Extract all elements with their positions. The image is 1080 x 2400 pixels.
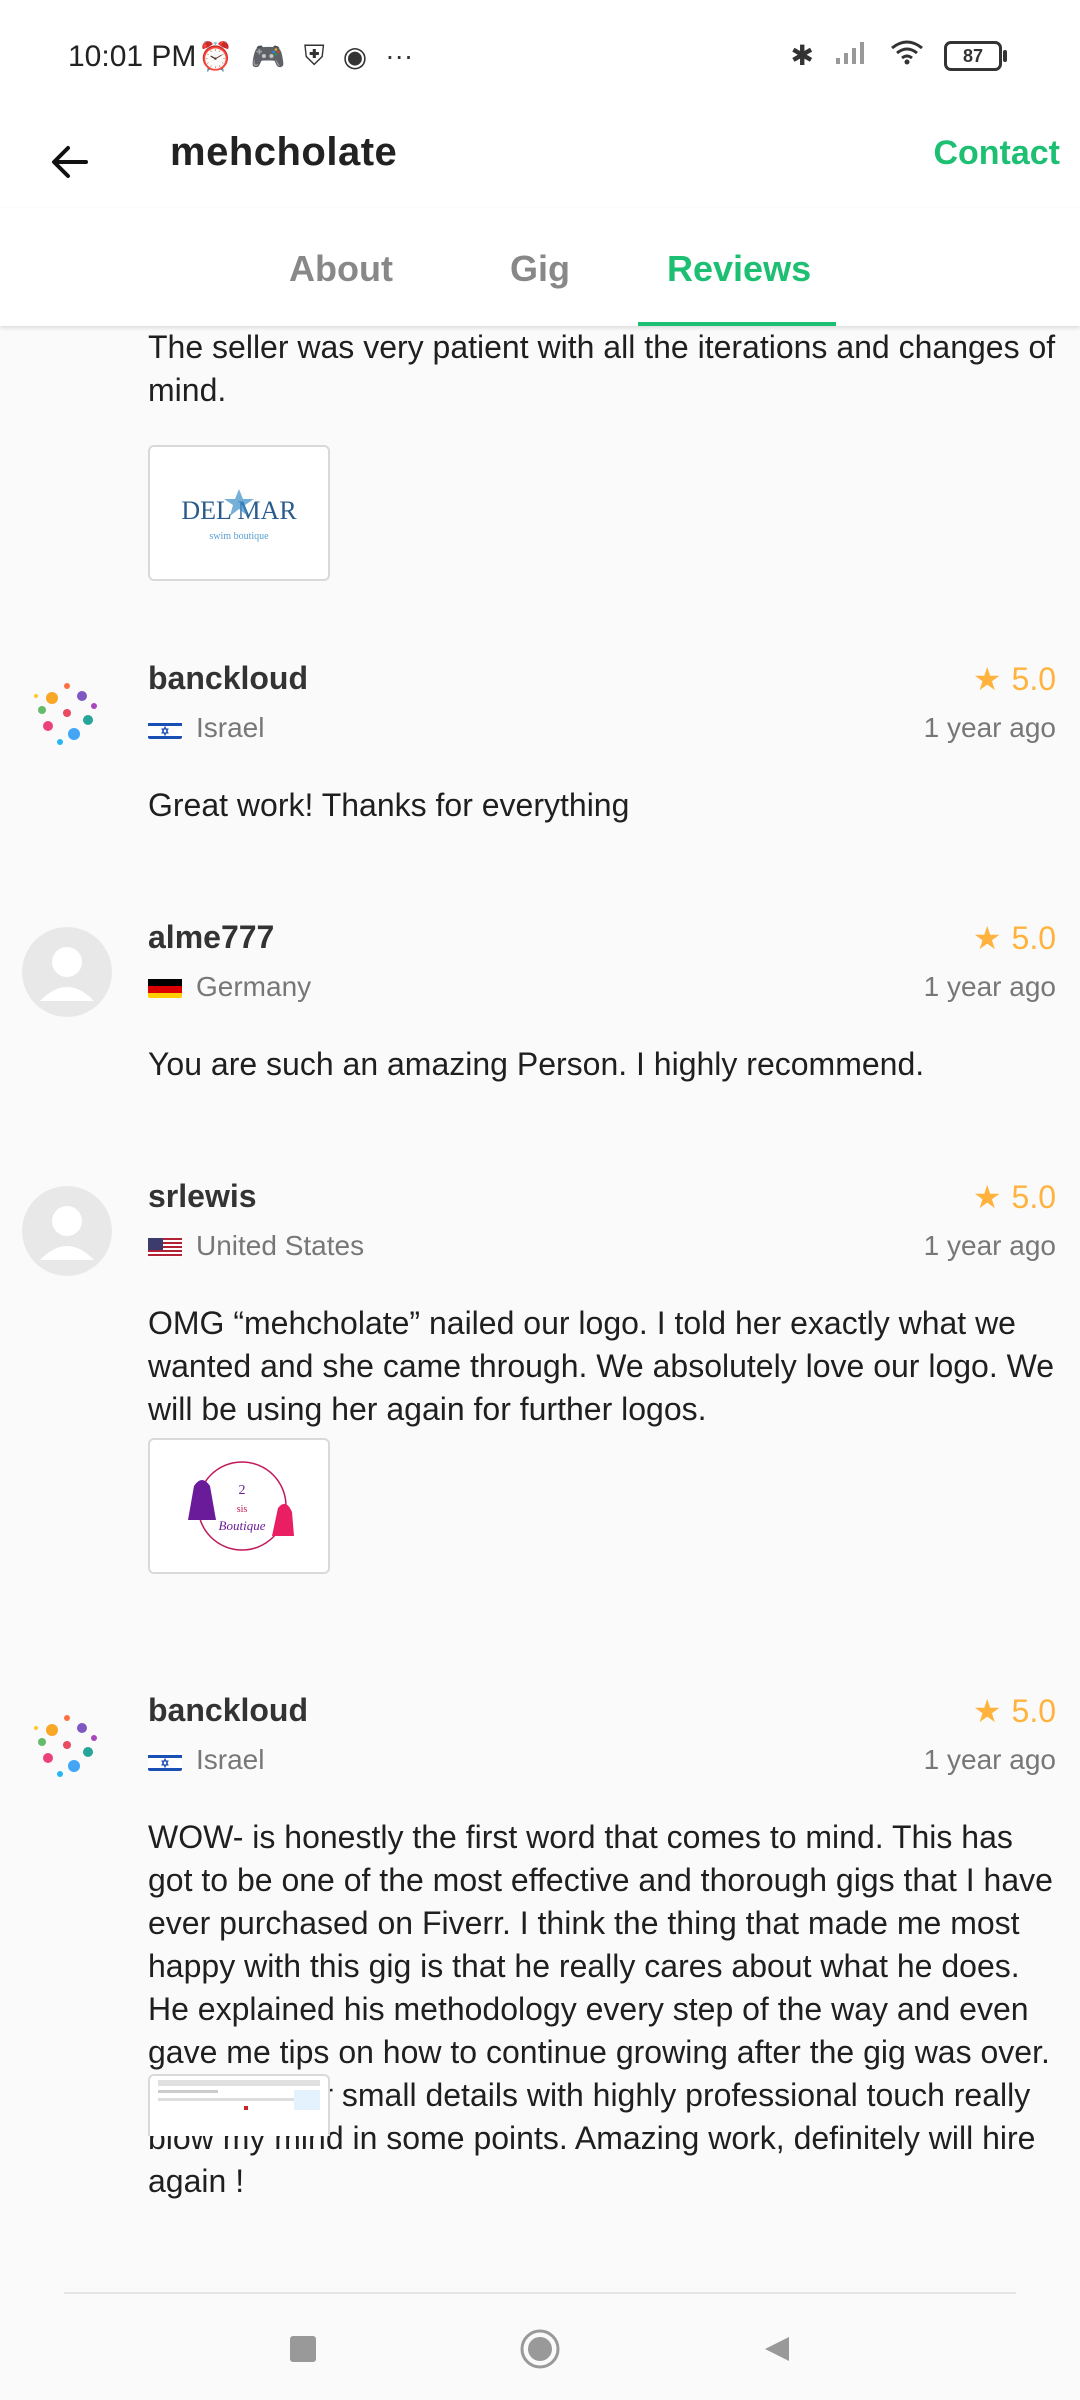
review-time: 1 year ago <box>923 971 1056 1002</box>
review-text: You are such an amazing Person. I highly… <box>148 1046 925 1082</box>
review-text: The seller was very patient with all the… <box>148 329 1056 408</box>
rating-value: 5.0 <box>1011 1178 1056 1215</box>
avatar[interactable] <box>22 668 112 758</box>
tab-bar: About Gig Reviews <box>0 208 1080 326</box>
triangle-back-icon <box>765 2337 789 2361</box>
screenshot-thumbnail-image <box>154 2076 324 2136</box>
logo-sub-text: swim boutique <box>209 531 269 542</box>
tab-reviews[interactable]: Reviews <box>667 248 811 290</box>
2sis-boutique-logo-image: 2 sis Boutique <box>188 1461 294 1551</box>
reviewer-country: Israel <box>148 1744 264 1776</box>
usa-flag-icon <box>148 1235 182 1257</box>
signal-icon <box>834 38 870 73</box>
reviewer-country: United States <box>148 1230 364 1262</box>
avatar[interactable] <box>22 1186 112 1276</box>
avatar[interactable] <box>22 1700 112 1790</box>
rating: ★ 5.0 <box>973 1692 1056 1730</box>
battery-icon: 87 <box>944 40 1007 71</box>
reviewer-name[interactable]: banckloud <box>148 1692 308 1729</box>
reviewer-country: Germany <box>148 971 311 1003</box>
shield-icon: ⛨ <box>303 40 325 71</box>
logo-line3: Boutique <box>219 1518 266 1533</box>
back-button[interactable] <box>752 2324 802 2374</box>
rating: ★ 5.0 <box>973 660 1056 698</box>
more-icon: ··· <box>385 40 414 71</box>
review-text: WOW- is honestly the first word that com… <box>148 1819 1053 2199</box>
gamepad-icon: 🎮 <box>250 41 286 72</box>
rating: ★ 5.0 <box>973 1178 1056 1216</box>
review-text: OMG “mehcholate” nailed our logo. I told… <box>148 1305 1055 1427</box>
contact-button[interactable]: Contact <box>933 134 1060 173</box>
page-title: mehcholate <box>170 130 398 174</box>
rating-value: 5.0 <box>1011 1692 1056 1729</box>
delmar-logo-image: DEL MAR swim boutique <box>181 489 297 542</box>
review-time: 1 year ago <box>923 1230 1056 1261</box>
review-time: 1 year ago <box>923 1744 1056 1775</box>
germany-flag-icon <box>148 976 182 998</box>
app-header: mehcholate Contact <box>0 118 1080 208</box>
status-icons-right: ✱ 87 <box>790 38 1007 73</box>
rating-value: 5.0 <box>1011 919 1056 956</box>
status-bar: 10:01 PM ⏰ 🎮 ⛨ ◉ ··· ✱ 87 <box>0 0 1080 118</box>
star-icon: ★ <box>972 1693 1002 1729</box>
recents-button[interactable] <box>278 2324 328 2374</box>
review-text: Great work! Thanks for everything <box>148 787 630 823</box>
israel-flag-icon <box>148 717 182 739</box>
bluetooth-icon: ✱ <box>790 40 814 71</box>
avatar[interactable] <box>22 927 112 1017</box>
circle-icon <box>520 2329 560 2369</box>
reviewer-name[interactable]: banckloud <box>148 660 308 697</box>
wifi-icon <box>890 38 924 73</box>
system-nav-bar <box>0 2294 1080 2400</box>
tab-gig[interactable]: Gig <box>510 248 570 290</box>
status-time: 10:01 PM <box>68 40 197 73</box>
home-button[interactable] <box>515 2324 565 2374</box>
review-attachment-screenshot[interactable] <box>148 2074 330 2136</box>
country-name: Israel <box>196 1744 265 1775</box>
music-icon: ◉ <box>342 41 368 72</box>
logo-line1: 2 <box>239 1483 246 1498</box>
reviewer-name[interactable]: srlewis <box>148 1178 257 1215</box>
country-name: Germany <box>196 971 312 1002</box>
square-icon <box>290 2336 316 2362</box>
back-arrow-icon <box>52 146 88 178</box>
country-name: Israel <box>196 712 265 743</box>
reviewer-country: Israel <box>148 712 264 744</box>
tab-about[interactable]: About <box>289 248 393 290</box>
back-button[interactable] <box>40 132 100 192</box>
review-time: 1 year ago <box>923 712 1056 743</box>
logo-line2: sis <box>237 1504 248 1515</box>
status-icons-left: ⏰ 🎮 ⛨ ◉ ··· <box>198 40 413 73</box>
review-attachment-2sis[interactable]: 2 sis Boutique <box>148 1438 330 1574</box>
israel-flag-icon <box>148 1749 182 1771</box>
rating: ★ 5.0 <box>973 919 1056 957</box>
star-icon: ★ <box>972 661 1002 697</box>
rating-value: 5.0 <box>1011 660 1056 697</box>
star-icon: ★ <box>972 920 1002 956</box>
review-attachment-delmar[interactable]: DEL MAR swim boutique <box>148 445 330 581</box>
star-icon: ★ <box>972 1179 1002 1215</box>
country-name: United States <box>196 1230 365 1261</box>
alarm-icon: ⏰ <box>198 41 233 72</box>
reviewer-name[interactable]: alme777 <box>148 919 274 956</box>
